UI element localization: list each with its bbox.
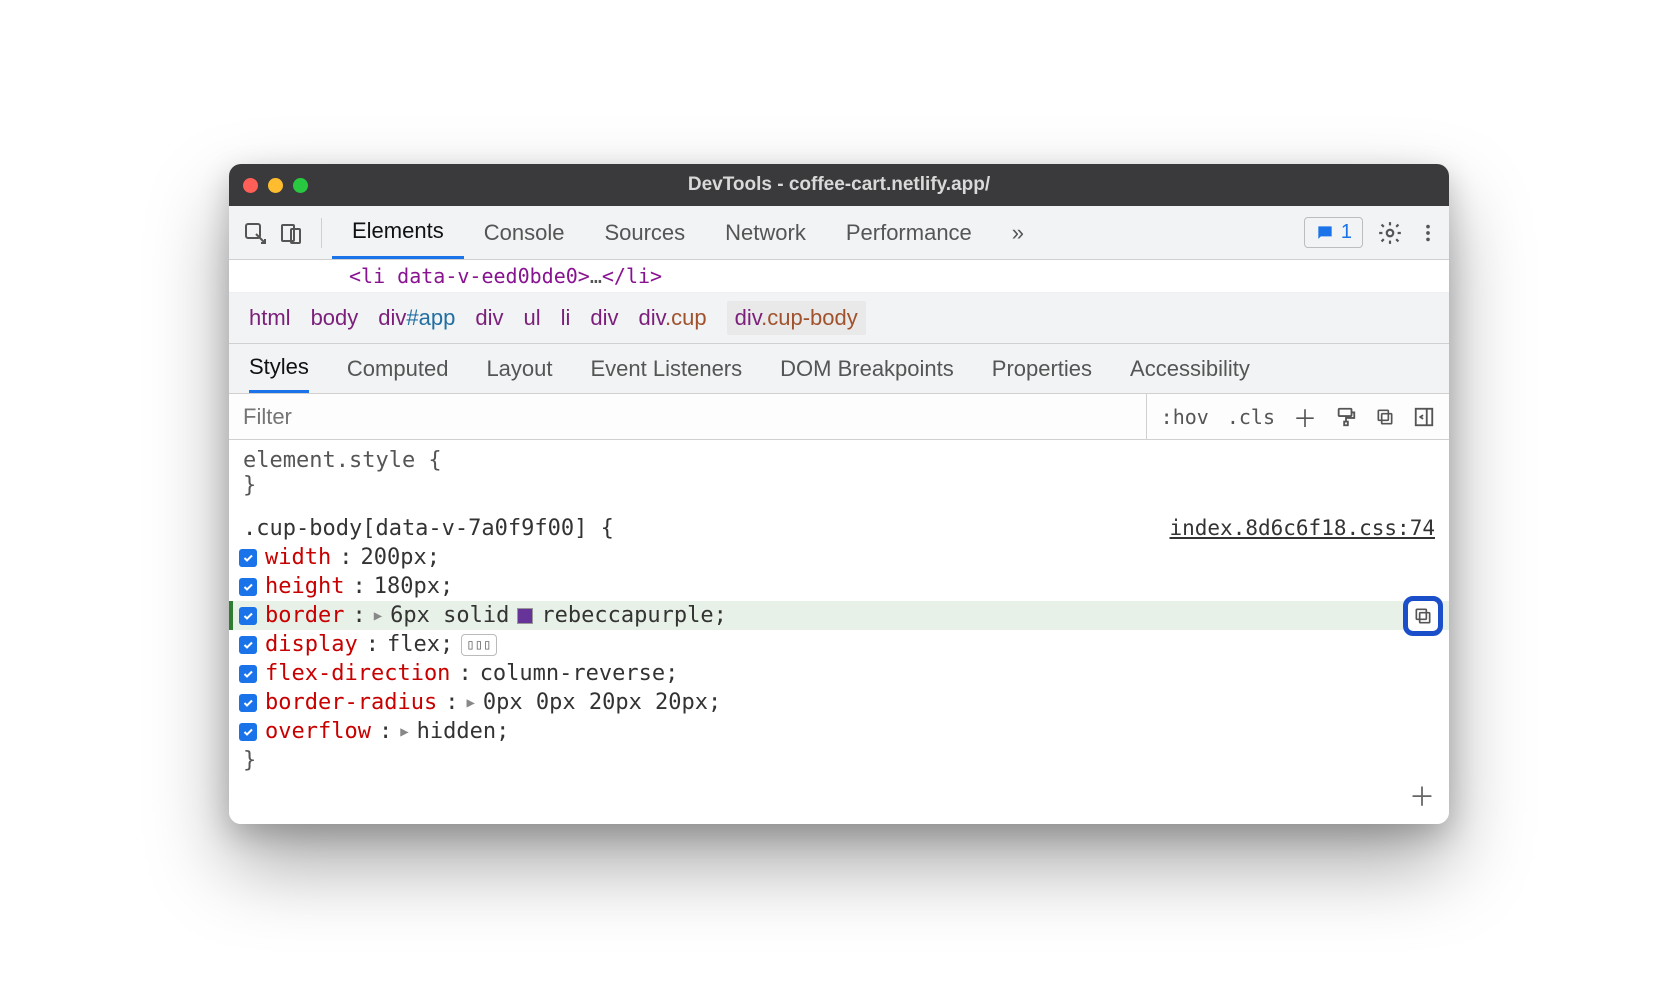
tab-performance[interactable]: Performance: [826, 206, 992, 259]
tab-sources[interactable]: Sources: [584, 206, 705, 259]
devtools-window: DevTools - coffee-cart.netlify.app/ Elem…: [229, 164, 1449, 824]
styles-filter-bar: :hov .cls ＋: [229, 394, 1449, 440]
paint-icon[interactable]: [1335, 406, 1357, 428]
crumb-body[interactable]: body: [311, 305, 359, 331]
rule-close-row: }: [229, 746, 1449, 775]
prop-width[interactable]: width: 200px;: [229, 543, 1449, 572]
separator: [321, 218, 322, 248]
prop-checkbox[interactable]: [239, 694, 257, 712]
main-toolbar: Elements Console Sources Network Perform…: [229, 206, 1449, 260]
subtab-dom-breakpoints[interactable]: DOM Breakpoints: [780, 344, 954, 393]
subtab-computed[interactable]: Computed: [347, 344, 449, 393]
prop-checkbox[interactable]: [239, 607, 257, 625]
prop-checkbox[interactable]: [239, 665, 257, 683]
add-declaration-button[interactable]: ＋: [229, 775, 1449, 814]
element-style-rule[interactable]: element.style { }: [229, 446, 1449, 500]
crumb-cup-body[interactable]: div.cup-body: [727, 301, 866, 335]
main-tabs: Elements Console Sources Network Perform…: [332, 206, 1304, 259]
element-style-selector: element.style {: [243, 448, 442, 473]
window-title: DevTools - coffee-cart.netlify.app/: [229, 174, 1449, 196]
subtab-event-listeners[interactable]: Event Listeners: [591, 344, 743, 393]
crumb-ul[interactable]: ul: [523, 305, 540, 331]
subtab-styles[interactable]: Styles: [249, 344, 309, 393]
crumb-div2[interactable]: div: [590, 305, 618, 331]
dom-tree-row[interactable]: <li data-v-eed0bde0>…</li>: [229, 260, 1449, 293]
traffic-lights: [243, 178, 308, 193]
issues-count: 1: [1341, 221, 1352, 244]
computed-panel-toggle-icon[interactable]: [1413, 406, 1435, 428]
crumb-cup[interactable]: div.cup: [639, 305, 707, 331]
settings-icon[interactable]: [1377, 220, 1403, 246]
subtab-properties[interactable]: Properties: [992, 344, 1092, 393]
cls-toggle[interactable]: .cls: [1227, 405, 1275, 429]
crumb-div[interactable]: div: [475, 305, 503, 331]
prop-checkbox[interactable]: [239, 578, 257, 596]
prop-border[interactable]: border: ▶ 6px solid rebeccapurple;: [229, 601, 1449, 630]
prop-display[interactable]: display: flex; ▯▯▯: [229, 630, 1449, 659]
prop-checkbox[interactable]: [239, 636, 257, 654]
more-menu-icon[interactable]: [1417, 222, 1439, 244]
breadcrumb: html body div#app div ul li div div.cup …: [229, 293, 1449, 344]
minimize-window-button[interactable]: [268, 178, 283, 193]
expand-shorthand-icon[interactable]: ▶: [466, 695, 474, 711]
filter-controls: :hov .cls ＋: [1146, 394, 1449, 439]
prop-overflow[interactable]: overflow: ▶ hidden;: [229, 717, 1449, 746]
styles-filter-input[interactable]: [229, 404, 1146, 430]
prop-checkbox[interactable]: [239, 723, 257, 741]
new-style-rule-icon[interactable]: ＋: [1293, 399, 1317, 434]
tab-network[interactable]: Network: [705, 206, 826, 259]
dom-element-text: <li data-v-eed0bde0>: [349, 264, 590, 288]
crumb-divapp[interactable]: div#app: [378, 305, 455, 331]
source-link[interactable]: index.8d6c6f18.css:74: [1169, 516, 1435, 540]
modified-indicator: [229, 601, 233, 630]
tab-console[interactable]: Console: [464, 206, 585, 259]
crumb-html[interactable]: html: [249, 305, 291, 331]
tab-more[interactable]: »: [992, 206, 1044, 259]
styles-pane: element.style { } .cup-body[data-v-7a0f9…: [229, 440, 1449, 824]
close-window-button[interactable]: [243, 178, 258, 193]
hov-toggle[interactable]: :hov: [1161, 405, 1209, 429]
cup-body-rule[interactable]: .cup-body[data-v-7a0f9f00] { index.8d6c6…: [229, 514, 1449, 543]
subtab-accessibility[interactable]: Accessibility: [1130, 344, 1250, 393]
rule-close: }: [243, 473, 256, 498]
cup-body-selector: .cup-body[data-v-7a0f9f00] {: [243, 516, 614, 541]
copy-styles-icon[interactable]: [1375, 407, 1395, 427]
expand-shorthand-icon[interactable]: ▶: [400, 724, 408, 740]
styles-subtabs: Styles Computed Layout Event Listeners D…: [229, 344, 1449, 394]
crumb-li[interactable]: li: [561, 305, 571, 331]
toolbar-right: 1: [1304, 217, 1439, 248]
titlebar: DevTools - coffee-cart.netlify.app/: [229, 164, 1449, 206]
color-swatch[interactable]: [517, 608, 533, 624]
prop-border-radius[interactable]: border-radius: ▶ 0px 0px 20px 20px;: [229, 688, 1449, 717]
subtab-layout[interactable]: Layout: [486, 344, 552, 393]
prop-flex-direction[interactable]: flex-direction: column-reverse;: [229, 659, 1449, 688]
inspect-element-icon[interactable]: [239, 217, 271, 249]
device-toggle-icon[interactable]: [275, 217, 307, 249]
prop-height[interactable]: height: 180px;: [229, 572, 1449, 601]
issues-badge[interactable]: 1: [1304, 217, 1363, 248]
prop-checkbox[interactable]: [239, 549, 257, 567]
flex-editor-icon[interactable]: ▯▯▯: [461, 634, 496, 656]
expand-shorthand-icon[interactable]: ▶: [374, 608, 382, 624]
maximize-window-button[interactable]: [293, 178, 308, 193]
tab-elements[interactable]: Elements: [332, 206, 464, 259]
